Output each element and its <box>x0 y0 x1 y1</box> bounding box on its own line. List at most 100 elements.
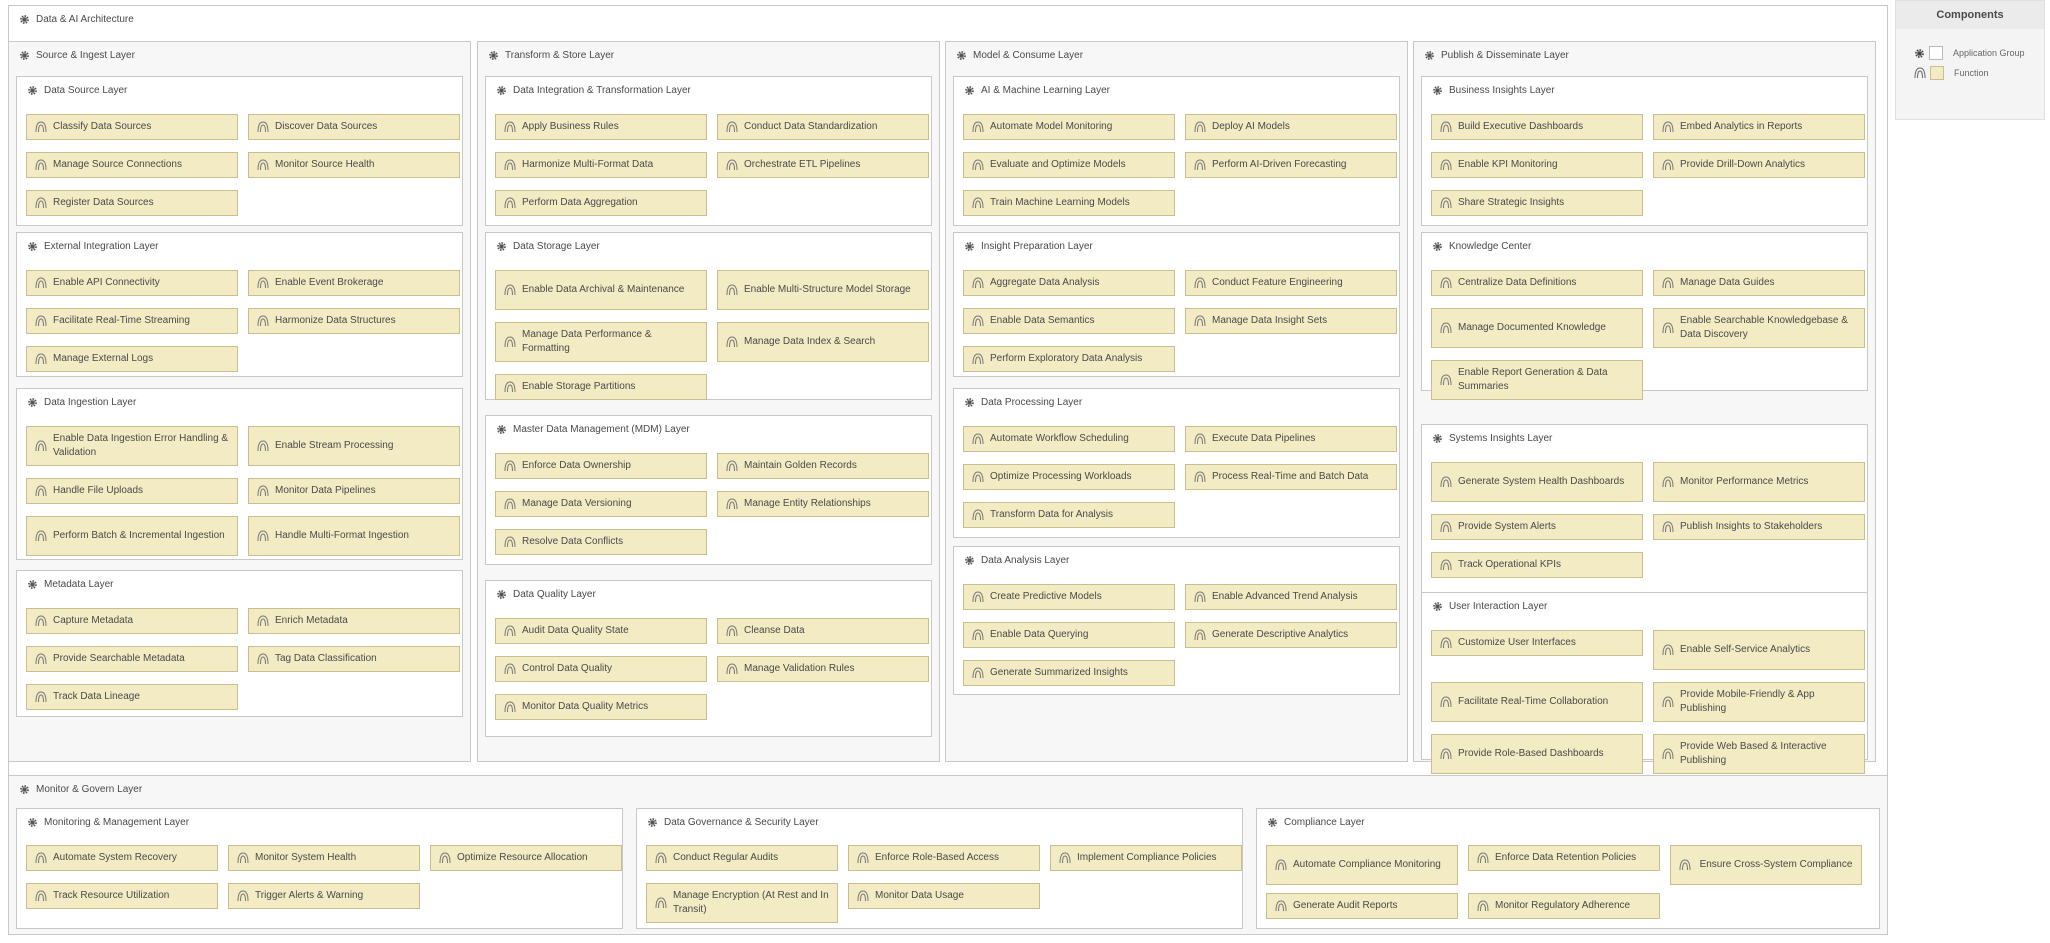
function-manage-validation-rules[interactable]: Manage Validation Rules <box>717 656 929 682</box>
function-customize-user-interfaces[interactable]: Customize User Interfaces <box>1431 630 1643 656</box>
function-conduct-data-standardization[interactable]: Conduct Data Standardization <box>717 114 929 140</box>
function-manage-data-insight-sets[interactable]: Manage Data Insight Sets <box>1185 308 1397 334</box>
function-manage-data-performance-and-formatting[interactable]: Manage Data Performance & Formatting <box>495 322 707 362</box>
function-automate-workflow-scheduling[interactable]: Automate Workflow Scheduling <box>963 426 1175 452</box>
function-manage-documented-knowledge[interactable]: Manage Documented Knowledge <box>1431 308 1643 348</box>
function-monitor-data-usage[interactable]: Monitor Data Usage <box>848 883 1040 909</box>
function-enable-searchable-knowledgebase-and-data-discovery[interactable]: Enable Searchable Knowledgebase & Data D… <box>1653 308 1865 348</box>
function-apply-business-rules[interactable]: Apply Business Rules <box>495 114 707 140</box>
function-facilitate-real-time-streaming[interactable]: Facilitate Real-Time Streaming <box>26 308 238 334</box>
function-provide-role-based-dashboards[interactable]: Provide Role-Based Dashboards <box>1431 734 1643 774</box>
function-enforce-role-based-access[interactable]: Enforce Role-Based Access <box>848 845 1040 871</box>
function-optimize-resource-allocation[interactable]: Optimize Resource Allocation <box>430 845 622 871</box>
function-provide-mobile-friendly-and-app-publishing[interactable]: Provide Mobile-Friendly & App Publishing <box>1653 682 1865 722</box>
function-enable-storage-partitions[interactable]: Enable Storage Partitions <box>495 374 707 400</box>
function-evaluate-and-optimize-models[interactable]: Evaluate and Optimize Models <box>963 152 1175 178</box>
function-manage-data-versioning[interactable]: Manage Data Versioning <box>495 491 707 517</box>
function-perform-data-aggregation[interactable]: Perform Data Aggregation <box>495 190 707 216</box>
function-execute-data-pipelines[interactable]: Execute Data Pipelines <box>1185 426 1397 452</box>
function-cleanse-data[interactable]: Cleanse Data <box>717 618 929 644</box>
function-deploy-ai-models[interactable]: Deploy AI Models <box>1185 114 1397 140</box>
function-monitor-performance-metrics[interactable]: Monitor Performance Metrics <box>1653 462 1865 502</box>
function-enable-multi-structure-model-storage[interactable]: Enable Multi-Structure Model Storage <box>717 270 929 310</box>
function-label: Enable Searchable Knowledgebase & Data D… <box>1680 315 1848 340</box>
function-generate-summarized-insights[interactable]: Generate Summarized Insights <box>963 660 1175 686</box>
function-generate-audit-reports[interactable]: Generate Audit Reports <box>1266 893 1458 919</box>
function-enable-data-archival-and-maintenance[interactable]: Enable Data Archival & Maintenance <box>495 270 707 310</box>
function-enable-report-generation-and-data-summaries[interactable]: Enable Report Generation & Data Summarie… <box>1431 360 1643 400</box>
function-perform-ai-driven-forecasting[interactable]: Perform AI-Driven Forecasting <box>1185 152 1397 178</box>
function-monitor-regulatory-adherence[interactable]: Monitor Regulatory Adherence <box>1468 893 1660 919</box>
function-enforce-data-ownership[interactable]: Enforce Data Ownership <box>495 453 707 479</box>
function-centralize-data-definitions[interactable]: Centralize Data Definitions <box>1431 270 1643 296</box>
function-manage-data-guides[interactable]: Manage Data Guides <box>1653 270 1865 296</box>
function-handle-file-uploads[interactable]: Handle File Uploads <box>26 478 238 504</box>
function-automate-compliance-monitoring[interactable]: Automate Compliance Monitoring <box>1266 845 1458 885</box>
function-harmonize-multi-format-data[interactable]: Harmonize Multi-Format Data <box>495 152 707 178</box>
function-enable-advanced-trend-analysis[interactable]: Enable Advanced Trend Analysis <box>1185 584 1397 610</box>
function-share-strategic-insights[interactable]: Share Strategic Insights <box>1431 190 1643 216</box>
function-conduct-feature-engineering[interactable]: Conduct Feature Engineering <box>1185 270 1397 296</box>
function-label: Conduct Feature Engineering <box>1212 277 1343 288</box>
function-track-data-lineage[interactable]: Track Data Lineage <box>26 684 238 710</box>
function-transform-data-for-analysis[interactable]: Transform Data for Analysis <box>963 502 1175 528</box>
function-monitor-data-quality-metrics[interactable]: Monitor Data Quality Metrics <box>495 694 707 720</box>
function-generate-descriptive-analytics[interactable]: Generate Descriptive Analytics <box>1185 622 1397 648</box>
function-manage-external-logs[interactable]: Manage External Logs <box>26 346 238 372</box>
function-perform-exploratory-data-analysis[interactable]: Perform Exploratory Data Analysis <box>963 346 1175 372</box>
function-manage-source-connections[interactable]: Manage Source Connections <box>26 152 238 178</box>
function-conduct-regular-audits[interactable]: Conduct Regular Audits <box>646 845 838 871</box>
function-manage-encryption-at-rest-and-in-transit[interactable]: Manage Encryption (At Rest and In Transi… <box>646 883 838 923</box>
function-trigger-alerts-and-warning[interactable]: Trigger Alerts & Warning <box>228 883 420 909</box>
function-automate-system-recovery[interactable]: Automate System Recovery <box>26 845 218 871</box>
function-classify-data-sources[interactable]: Classify Data Sources <box>26 114 238 140</box>
function-enforce-data-retention-policies[interactable]: Enforce Data Retention Policies <box>1468 845 1660 871</box>
function-resolve-data-conflicts[interactable]: Resolve Data Conflicts <box>495 529 707 555</box>
function-enable-api-connectivity[interactable]: Enable API Connectivity <box>26 270 238 296</box>
function-track-resource-utilization[interactable]: Track Resource Utilization <box>26 883 218 909</box>
function-control-data-quality[interactable]: Control Data Quality <box>495 656 707 682</box>
function-publish-insights-to-stakeholders[interactable]: Publish Insights to Stakeholders <box>1653 514 1865 540</box>
function-provide-web-based-and-interactive-publishing[interactable]: Provide Web Based & Interactive Publishi… <box>1653 734 1865 774</box>
function-capture-metadata[interactable]: Capture Metadata <box>26 608 238 634</box>
function-ensure-cross-system-compliance[interactable]: Ensure Cross-System Compliance <box>1670 845 1862 885</box>
function-enable-data-semantics[interactable]: Enable Data Semantics <box>963 308 1175 334</box>
function-monitor-source-health[interactable]: Monitor Source Health <box>248 152 460 178</box>
function-generate-system-health-dashboards[interactable]: Generate System Health Dashboards <box>1431 462 1643 502</box>
function-create-predictive-models[interactable]: Create Predictive Models <box>963 584 1175 610</box>
function-optimize-processing-workloads[interactable]: Optimize Processing Workloads <box>963 464 1175 490</box>
function-discover-data-sources[interactable]: Discover Data Sources <box>248 114 460 140</box>
function-manage-data-index-and-search[interactable]: Manage Data Index & Search <box>717 322 929 362</box>
function-harmonize-data-structures[interactable]: Harmonize Data Structures <box>248 308 460 334</box>
function-tag-data-classification[interactable]: Tag Data Classification <box>248 646 460 672</box>
function-provide-drill-down-analytics[interactable]: Provide Drill-Down Analytics <box>1653 152 1865 178</box>
function-audit-data-quality-state[interactable]: Audit Data Quality State <box>495 618 707 644</box>
function-enable-stream-processing[interactable]: Enable Stream Processing <box>248 426 460 466</box>
function-perform-batch-and-incremental-ingestion[interactable]: Perform Batch & Incremental Ingestion <box>26 516 238 556</box>
function-enable-self-service-analytics[interactable]: Enable Self-Service Analytics <box>1653 630 1865 670</box>
function-aggregate-data-analysis[interactable]: Aggregate Data Analysis <box>963 270 1175 296</box>
function-process-real-time-and-batch-data[interactable]: Process Real-Time and Batch Data <box>1185 464 1397 490</box>
function-monitor-data-pipelines[interactable]: Monitor Data Pipelines <box>248 478 460 504</box>
function-implement-compliance-policies[interactable]: Implement Compliance Policies <box>1050 845 1242 871</box>
function-orchestrate-etl-pipelines[interactable]: Orchestrate ETL Pipelines <box>717 152 929 178</box>
function-register-data-sources[interactable]: Register Data Sources <box>26 190 238 216</box>
function-icon <box>257 440 269 452</box>
function-provide-system-alerts[interactable]: Provide System Alerts <box>1431 514 1643 540</box>
function-enable-data-querying[interactable]: Enable Data Querying <box>963 622 1175 648</box>
function-handle-multi-format-ingestion[interactable]: Handle Multi-Format Ingestion <box>248 516 460 556</box>
function-manage-entity-relationships[interactable]: Manage Entity Relationships <box>717 491 929 517</box>
function-build-executive-dashboards[interactable]: Build Executive Dashboards <box>1431 114 1643 140</box>
function-monitor-system-health[interactable]: Monitor System Health <box>228 845 420 871</box>
function-track-operational-kpis[interactable]: Track Operational KPIs <box>1431 552 1643 578</box>
function-enable-kpi-monitoring[interactable]: Enable KPI Monitoring <box>1431 152 1643 178</box>
function-embed-analytics-in-reports[interactable]: Embed Analytics in Reports <box>1653 114 1865 140</box>
function-enable-event-brokerage[interactable]: Enable Event Brokerage <box>248 270 460 296</box>
function-enable-data-ingestion-error-handling-and-validation[interactable]: Enable Data Ingestion Error Handling & V… <box>26 426 238 466</box>
function-automate-model-monitoring[interactable]: Automate Model Monitoring <box>963 114 1175 140</box>
function-maintain-golden-records[interactable]: Maintain Golden Records <box>717 453 929 479</box>
function-enrich-metadata[interactable]: Enrich Metadata <box>248 608 460 634</box>
function-provide-searchable-metadata[interactable]: Provide Searchable Metadata <box>26 646 238 672</box>
function-facilitate-real-time-collaboration[interactable]: Facilitate Real-Time Collaboration <box>1431 682 1643 722</box>
function-train-machine-learning-models[interactable]: Train Machine Learning Models <box>963 190 1175 216</box>
